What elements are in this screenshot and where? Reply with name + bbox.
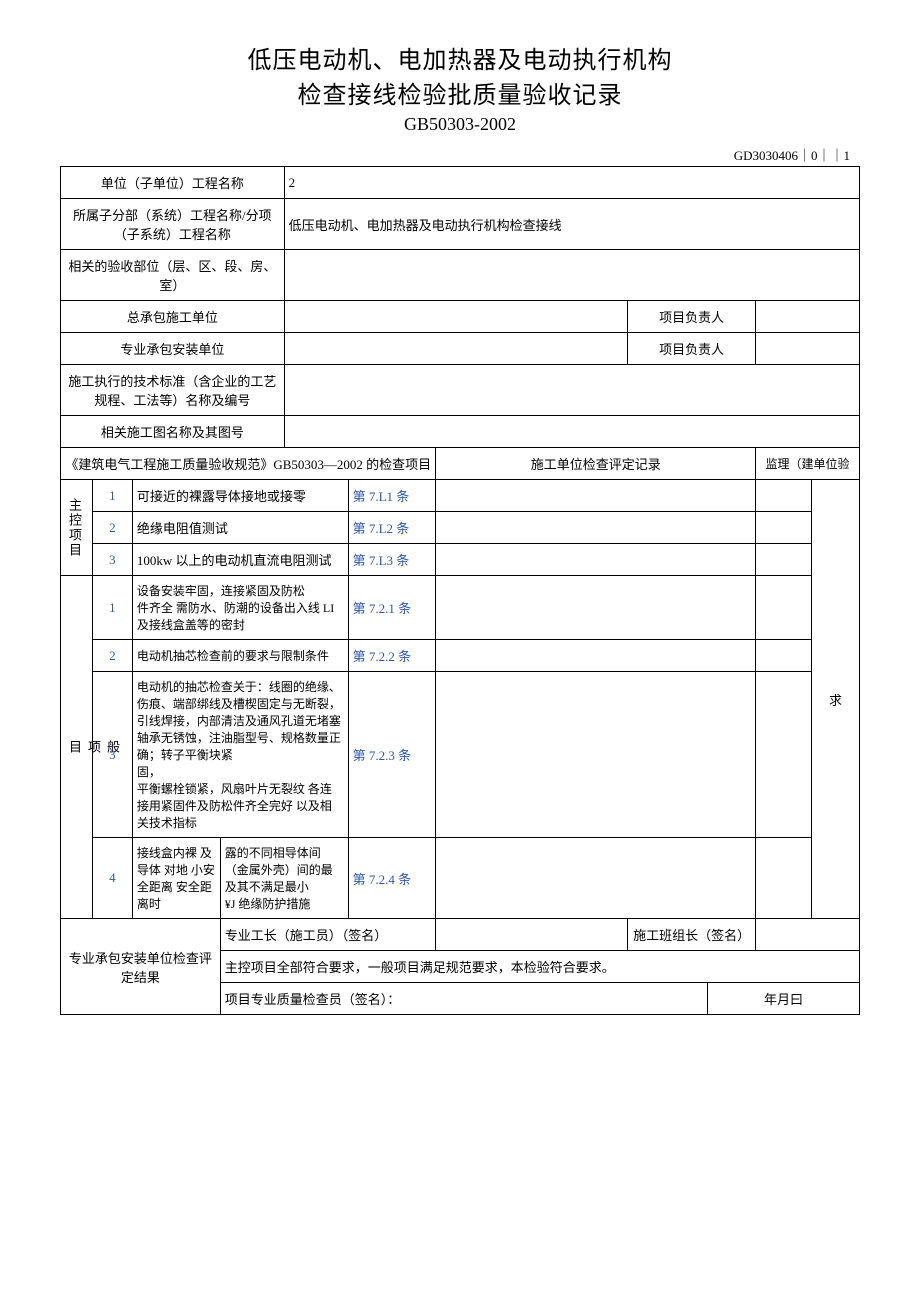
unit-project-value: 2 [284,167,859,199]
sub-project-value: 低压电动机、电加热器及电动执行机构检查接线 [284,199,859,250]
general-item-desc: 设备安装牢固，连接紧固及防松 件齐全 需防水、防潮的设备出入线 LI 及接线盒盖… [132,576,348,640]
supervisor-cell [756,672,812,838]
record-cell [436,544,756,576]
pm-value-2 [756,333,860,365]
pm-value-1 [756,301,860,333]
pm-label-1: 项目负责人 [628,301,756,333]
supervisor-cell [756,640,812,672]
general-item-desc: 电动机的抽芯检查关于：线圈的绝缘、伤痕、端部绑线及槽楔固定与无断裂，引线焊接，内… [132,672,348,838]
subcontractor-value [284,333,628,365]
general-item-ref: 第 7.2.1 条 [348,576,436,640]
drawings-value [284,416,859,448]
record-cell [436,672,756,838]
extra-col: 求 [811,480,859,919]
general-item-desc-b: 露的不同相导体间（金属外壳）间的最及其不满足最小 ¥J 绝缘防护措施 [220,838,348,919]
general-group-label: 般 项 目 [61,576,93,919]
supervisor-cell [756,544,812,576]
main-item-desc: 100kw 以上的电动机直流电阻测试 [132,544,348,576]
supervisor-cell [756,480,812,512]
general-item-desc: 电动机抽芯检查前的要求与限制条件 [132,640,348,672]
foreman-sign [436,919,628,951]
record-cell [436,838,756,919]
general-item-ref: 第 7.2.2 条 [348,640,436,672]
date-label: 年月曰 [708,983,860,1015]
main-item-ref: 第 7.L2 条 [348,512,436,544]
standard-code: GB50303-2002 [60,114,860,135]
main-item-desc: 可接近的裸露导体接地或接零 [132,480,348,512]
subcontractor-label: 专业承包安装单位 [61,333,285,365]
record-cell [436,512,756,544]
tech-std-label: 施工执行的技术标准（含企业的工艺规程、工法等）名称及编号 [61,365,285,416]
main-item-desc: 绝缘电阻值测试 [132,512,348,544]
supervisor-cell [756,512,812,544]
record-cell [436,640,756,672]
qc-label: 项目专业质量检查员（签名）： [220,983,707,1015]
main-group-label: 主控项目 [61,480,93,576]
conclusion-text: 主控项目全部符合要求，一般项目满足规范要求，本检验符合要求。 [220,951,859,983]
title-line-2: 检查接线检验批质量验收记录 [60,75,860,110]
record-header: 施工单位检查评定记录 [436,448,756,480]
document-title: 低压电动机、电加热器及电动执行机构 检查接线检验批质量验收记录 GB50303-… [60,40,860,135]
drawings-label: 相关施工图名称及其图号 [61,416,285,448]
accept-location-value [284,250,859,301]
general-item-num: 3 [92,672,132,838]
supervisor-cell [756,838,812,919]
general-item-num: 1 [92,576,132,640]
record-cell [436,480,756,512]
general-item-desc-a: 接线盒内裸 及导体 对地 小安全距离 安全距离时 [132,838,220,919]
main-item-num: 3 [92,544,132,576]
contractor-label: 总承包施工单位 [61,301,285,333]
contractor-value [284,301,628,333]
team-leader-sign [756,919,860,951]
general-item-ref: 第 7.2.4 条 [348,838,436,919]
record-cell [436,576,756,640]
main-item-num: 2 [92,512,132,544]
accept-location-label: 相关的验收部位（层、区、段、房、室） [61,250,285,301]
general-item-num: 4 [92,838,132,919]
document-code: GD3030406｜0｜｜1 [60,145,860,164]
supervisor-cell [756,576,812,640]
check-items-header: 《建筑电气工程施工质量验收规范》GB50303—2002 的检查项目 [61,448,436,480]
team-leader-label: 施工班组长（签名） [628,919,756,951]
tech-std-value [284,365,859,416]
unit-project-label: 单位（子单位）工程名称 [61,167,285,199]
foreman-label: 专业工长（施工员）（签名） [220,919,436,951]
general-item-ref: 第 7.2.3 条 [348,672,436,838]
general-item-num: 2 [92,640,132,672]
main-item-ref: 第 7.L1 条 [348,480,436,512]
inspection-table: 单位（子单位）工程名称 2 所属子分部（系统）工程名称/分项（子系统）工程名称 … [60,166,860,1015]
footer-section-label: 专业承包安装单位检查评定结果 [61,919,221,1015]
main-item-num: 1 [92,480,132,512]
main-item-ref: 第 7.L3 条 [348,544,436,576]
supervisor-header: 监理（建单位验 [756,448,860,480]
pm-label-2: 项目负责人 [628,333,756,365]
sub-project-label: 所属子分部（系统）工程名称/分项（子系统）工程名称 [61,199,285,250]
title-line-1: 低压电动机、电加热器及电动执行机构 [60,40,860,75]
